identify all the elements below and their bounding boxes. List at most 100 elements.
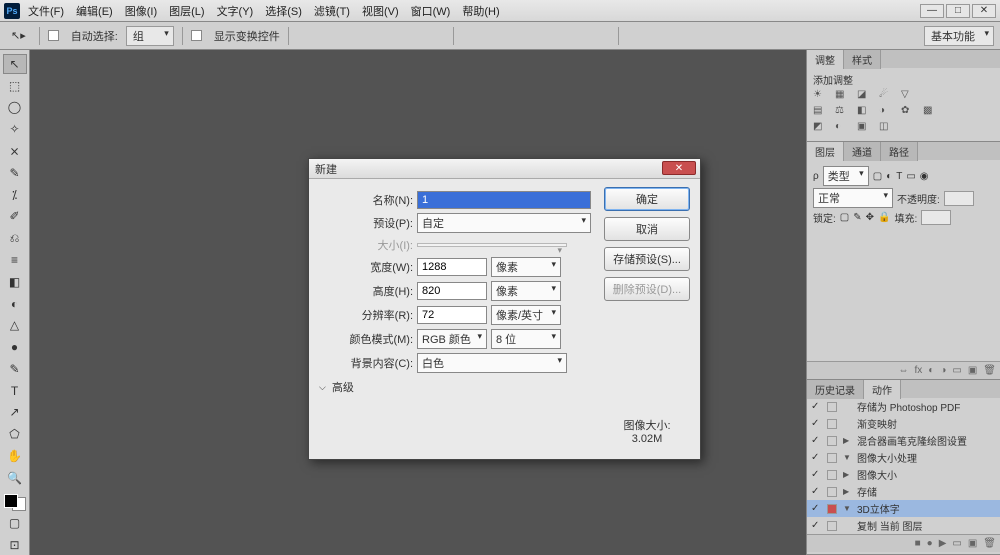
tab-history[interactable]: 历史记录 (807, 380, 864, 399)
fx-icon[interactable]: fx (915, 365, 923, 376)
quickmask-icon[interactable]: ▢ (3, 513, 27, 533)
tab-paths[interactable]: 路径 (881, 142, 918, 161)
action-item[interactable]: ✓存储为 Photoshop PDF (807, 398, 1000, 415)
adj-icon[interactable]: ◑ (879, 105, 895, 119)
advanced-toggle[interactable]: ⌵ 高级 (319, 379, 596, 395)
align-icon[interactable] (323, 27, 341, 45)
adj-icon[interactable]: ▽ (901, 89, 917, 103)
folder-icon[interactable]: ▭ (952, 365, 961, 376)
hand-tool[interactable]: ✋ (3, 446, 27, 466)
filter-icon[interactable]: ▭ (906, 171, 915, 182)
action-item[interactable]: ✓▶存储 (807, 483, 1000, 500)
wand-tool[interactable]: ✧ (3, 119, 27, 139)
height-unit-select[interactable]: 像素 (491, 281, 561, 301)
menu-edit[interactable]: 编辑(E) (76, 3, 113, 19)
trash-icon[interactable]: 🗑 (983, 538, 996, 549)
move-tool[interactable]: ↖ (3, 54, 27, 74)
showtransform-checkbox[interactable] (191, 30, 202, 41)
menu-type[interactable]: 文字(Y) (217, 3, 254, 19)
align-icon[interactable] (349, 27, 367, 45)
zoom-tool[interactable]: 🔍 (3, 468, 27, 488)
action-item[interactable]: ✓复制 当前 图层 (807, 517, 1000, 534)
cancel-button[interactable]: 取消 (604, 217, 690, 241)
type-tool[interactable]: T (3, 381, 27, 401)
adj-icon[interactable]: ☀ (813, 89, 829, 103)
close-button[interactable]: ✕ (972, 4, 996, 18)
stamp-tool[interactable]: ⎌ (3, 228, 27, 248)
align-icon[interactable] (401, 27, 419, 45)
adj-icon[interactable]: ✿ (901, 105, 917, 119)
opacity-input[interactable] (944, 191, 974, 206)
maximize-button[interactable]: □ (946, 4, 970, 18)
filter-icon[interactable]: ◐ (886, 171, 892, 182)
adj-icon[interactable]: ▦ (835, 89, 851, 103)
adj-icon[interactable]: ◧ (857, 105, 873, 119)
eraser-tool[interactable]: ◧ (3, 272, 27, 292)
dialog-titlebar[interactable]: 新建 ✕ (309, 159, 700, 179)
adj-icon[interactable]: ◩ (813, 121, 829, 135)
workspace-dropdown[interactable]: 基本功能 (924, 26, 994, 46)
resolution-unit-select[interactable]: 像素/英寸 (491, 305, 561, 325)
menu-file[interactable]: 文件(F) (28, 3, 64, 19)
newlayer-icon[interactable]: ▣ (968, 365, 977, 376)
bitdepth-select[interactable]: 8 位 (491, 329, 561, 349)
resolution-input[interactable] (417, 306, 487, 324)
shape-tool[interactable]: ⬠ (3, 424, 27, 444)
adjustment-icon[interactable]: ◑ (940, 365, 946, 376)
tool-preset-icon[interactable]: ↖▸ (6, 26, 31, 45)
tab-actions[interactable]: 动作 (864, 380, 901, 399)
eyedropper-tool[interactable]: ✎ (3, 163, 27, 183)
align-icon[interactable] (297, 27, 315, 45)
brush-tool[interactable]: ✐ (3, 206, 27, 226)
menu-layer[interactable]: 图层(L) (169, 3, 204, 19)
fill-input[interactable] (921, 210, 951, 225)
distribute-icon[interactable] (514, 27, 532, 45)
distribute-icon[interactable] (540, 27, 558, 45)
height-input[interactable] (417, 282, 487, 300)
menu-help[interactable]: 帮助(H) (462, 3, 499, 19)
trash-icon[interactable]: 🗑 (983, 365, 996, 376)
tab-styles[interactable]: 样式 (844, 50, 881, 69)
adj-icon[interactable]: ☄ (879, 89, 895, 103)
filter-icon[interactable]: T (896, 171, 902, 182)
path-tool[interactable]: ↗ (3, 403, 27, 423)
link-icon[interactable]: ⇔ (899, 365, 909, 376)
crop-tool[interactable]: ⨯ (3, 141, 27, 161)
record-icon[interactable]: ● (927, 538, 933, 549)
colormode-select[interactable]: RGB 颜色 (417, 329, 487, 349)
history-brush-tool[interactable]: ≡ (3, 250, 27, 270)
savepreset-button[interactable]: 存储预设(S)... (604, 247, 690, 271)
tab-adjustments[interactable]: 调整 (807, 50, 844, 69)
menu-window[interactable]: 窗口(W) (411, 3, 451, 19)
align-icon[interactable] (427, 27, 445, 45)
filter-icon[interactable]: ◉ (920, 171, 929, 182)
adj-icon[interactable]: ▣ (857, 121, 873, 135)
lock-icon[interactable]: ▢ (840, 212, 849, 223)
pen-tool[interactable]: ✎ (3, 359, 27, 379)
adj-icon[interactable]: ◐ (835, 121, 851, 135)
autoselect-dropdown[interactable]: 组 (126, 26, 174, 46)
gradient-tool[interactable]: ◐ (3, 294, 27, 314)
action-item[interactable]: ✓▼3D立体字 (807, 500, 1000, 517)
minimize-button[interactable]: — (920, 4, 944, 18)
lock-icon[interactable]: ✎ (853, 212, 861, 223)
blendmode-select[interactable]: 正常 (813, 188, 893, 208)
align-icon[interactable] (375, 27, 393, 45)
lasso-tool[interactable]: ◯ (3, 98, 27, 118)
lock-icon[interactable]: ✥ (866, 212, 874, 223)
preset-select[interactable]: 自定 (417, 213, 591, 233)
action-item[interactable]: ✓▶混合器画笔克隆绘图设置 (807, 432, 1000, 449)
action-item[interactable]: ✓▶图像大小 (807, 466, 1000, 483)
heal-tool[interactable]: ⁒ (3, 185, 27, 205)
menu-image[interactable]: 图像(I) (125, 3, 157, 19)
width-input[interactable] (417, 258, 487, 276)
adj-icon[interactable]: ◪ (857, 89, 873, 103)
layer-filter-select[interactable]: 类型 (823, 166, 869, 186)
distribute-icon[interactable] (488, 27, 506, 45)
stop-icon[interactable]: ■ (915, 538, 921, 549)
adj-icon[interactable]: ⚖ (835, 105, 851, 119)
background-select[interactable]: 白色 (417, 353, 567, 373)
distribute-icon[interactable] (462, 27, 480, 45)
color-swatch[interactable] (4, 494, 26, 512)
newaction-icon[interactable]: ▣ (968, 538, 977, 549)
